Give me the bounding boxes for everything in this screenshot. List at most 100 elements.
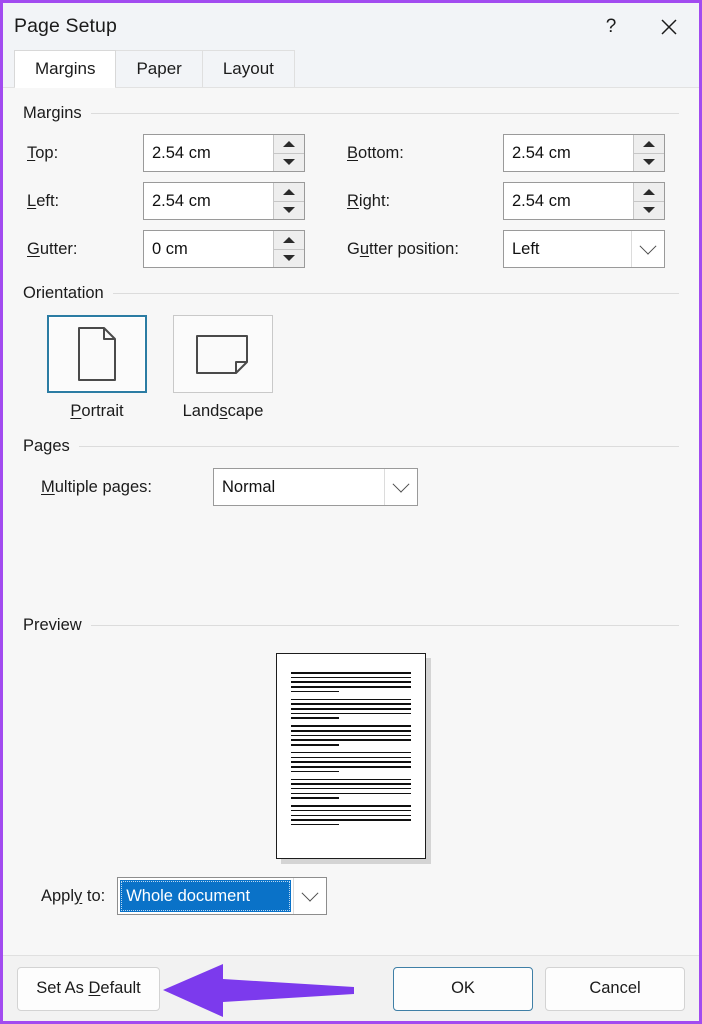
pages-group-label: Pages [23,437,70,455]
triangle-down-icon [643,207,655,214]
chevron-down-icon[interactable] [384,469,417,505]
portrait-page-icon [78,327,116,381]
preview-line [291,814,411,817]
chevron-down-icon[interactable] [631,231,664,267]
top-margin-value[interactable]: 2.54 cm [144,135,273,171]
margins-group-label: Margins [23,104,82,122]
title-bar: Page Setup ? [3,3,699,50]
ok-label: OK [451,979,475,997]
multiple-pages-label: Multiple pages: [41,477,152,496]
triangle-up-icon [283,140,295,147]
footer-actions: OK Cancel [393,966,685,1011]
left-margin-stepper[interactable]: 2.54 cm [143,182,305,220]
preview-line [291,729,411,732]
preview-line [291,778,411,781]
preview-line [291,686,411,688]
preview-line [291,819,411,821]
margins-tab-panel: Margins Top: 2.54 cm Bottom: 2.54 cm Lef… [3,87,699,955]
right-margin-spin-down[interactable] [634,200,664,220]
orientation-option-landscape[interactable]: Landscape [173,315,273,421]
bottom-margin-label: Bottom: [347,143,404,162]
preview-line [291,725,411,727]
multiple-pages-select[interactable]: Normal [213,468,418,506]
left-margin-spin-up[interactable] [274,183,304,201]
pages-group-header: Pages [23,437,679,456]
preview-line [291,681,411,683]
preview-line [291,805,411,807]
preview-line [291,792,411,795]
cancel-label: Cancel [589,979,641,997]
bottom-margin-stepper[interactable]: 2.54 cm [503,134,665,172]
margins-group-header: Margins [23,104,679,123]
group-rule [112,293,679,294]
preview-line [291,712,411,715]
top-margin-label: Top: [27,143,59,162]
orientation-options: Portrait Landscape [23,315,679,421]
preview-line [291,676,411,679]
portrait-button[interactable] [47,315,147,393]
bottom-margin-value[interactable]: 2.54 cm [504,135,633,171]
preview-line [291,708,411,710]
cancel-button[interactable]: Cancel [545,966,685,1011]
tab-paper-label: Paper [136,59,182,78]
gutter-spin-buttons [273,231,304,267]
gutter-position-label: Gutter position: [347,239,459,258]
right-margin-value[interactable]: 2.54 cm [504,183,633,219]
triangle-down-icon [283,255,295,262]
gutter-spin-up[interactable] [274,231,304,249]
left-margin-spin-down[interactable] [274,200,304,220]
close-icon[interactable] [639,3,699,50]
preview-line-short [291,690,339,693]
right-margin-stepper[interactable]: 2.54 cm [503,182,665,220]
apply-to-row: Apply to: Whole document [23,877,679,915]
set-as-default-button[interactable]: Set As Default [17,966,160,1011]
landscape-button[interactable] [173,315,273,393]
top-margin-spin-up[interactable] [274,135,304,153]
preview-text-lines [291,672,411,832]
preview-group-header: Preview [23,616,679,635]
gutter-value[interactable]: 0 cm [144,231,273,267]
preview-line [291,698,411,701]
apply-to-value: Whole document [120,880,292,912]
tab-margins[interactable]: Margins [14,50,117,88]
chevron-shape [392,475,410,493]
preview-line-short [291,717,339,719]
set-as-default-label: Set As Default [36,979,141,997]
preview-area [23,653,679,864]
top-margin-spin-down[interactable] [274,152,304,172]
gutter-position-value: Left [512,239,540,258]
left-margin-value[interactable]: 2.54 cm [144,183,273,219]
chevron-down-icon[interactable] [293,878,327,914]
triangle-down-icon [643,159,655,166]
preview-paragraph-gap [291,829,411,832]
tab-paper[interactable]: Paper [115,50,203,87]
apply-to-select[interactable]: Whole document [117,877,328,915]
gutter-spin-down[interactable] [274,248,304,268]
top-margin-stepper[interactable]: 2.54 cm [143,134,305,172]
triangle-down-icon [283,159,295,166]
preview-page [276,653,426,859]
portrait-label: Portrait [70,402,124,420]
gutter-position-select[interactable]: Left [503,230,665,268]
help-icon[interactable]: ? [583,3,639,50]
right-margin-spin-up[interactable] [634,183,664,201]
orientation-option-portrait[interactable]: Portrait [47,315,147,421]
multiple-pages-row: Multiple pages: Normal [23,468,679,506]
landscape-label: Landscape [182,402,264,420]
ok-button[interactable]: OK [393,966,533,1011]
window-controls: ? [583,3,699,50]
triangle-down-icon [283,207,295,214]
preview-line-short [291,770,339,773]
apply-to-label: Apply to: [41,886,106,905]
gutter-stepper[interactable]: 0 cm [143,230,305,268]
triangle-up-icon [283,236,295,243]
preview-line [291,761,411,763]
tab-layout[interactable]: Layout [201,50,295,87]
preview-line [291,787,411,790]
preview-line [291,751,411,754]
preview-line [291,783,411,785]
chevron-shape [301,884,319,902]
bottom-margin-spin-up[interactable] [634,135,664,153]
triangle-up-icon [283,188,295,195]
bottom-margin-spin-down[interactable] [634,152,664,172]
